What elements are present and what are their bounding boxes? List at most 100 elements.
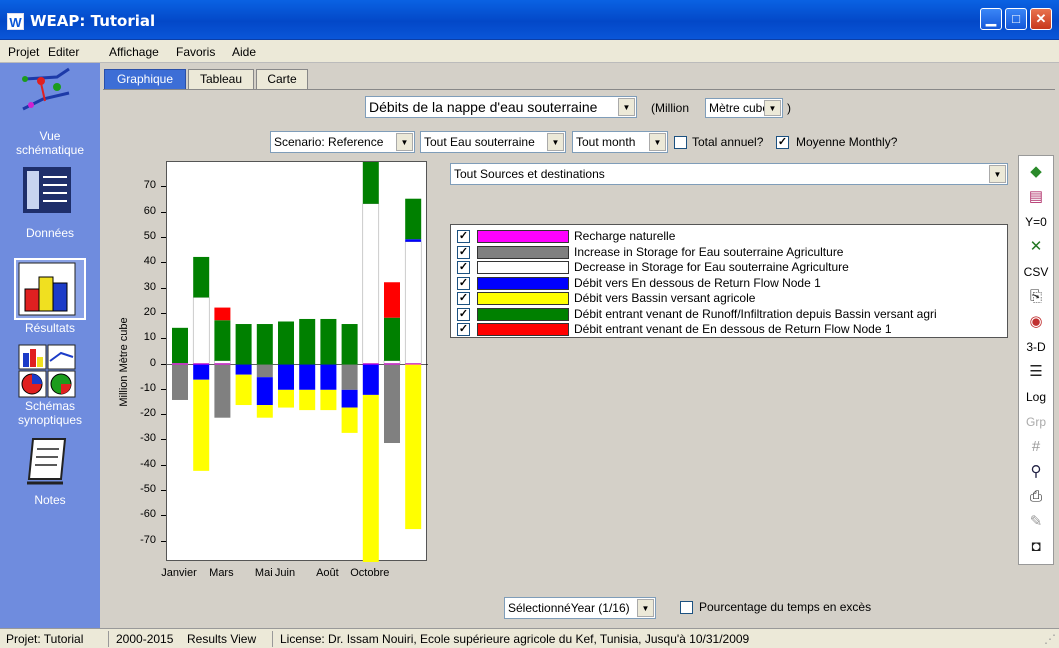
window-title: WEAP: Tutorial (30, 12, 156, 30)
lines-icon[interactable]: ☰ (1019, 362, 1053, 382)
legend-checkbox[interactable]: ✓ (457, 323, 470, 336)
bar-segment (256, 405, 273, 418)
zoom-icon[interactable]: ⚲ (1019, 462, 1053, 482)
sidebar-item-results[interactable]: Résultats (0, 321, 100, 335)
overview-icon[interactable] (17, 343, 77, 399)
3d-icon[interactable]: 3-D (1019, 337, 1053, 357)
month-select[interactable]: Tout month ▼ (572, 131, 668, 153)
bar-segment (172, 364, 188, 400)
unit-select[interactable]: Mètre cube ▼ (705, 98, 783, 118)
legend-item[interactable]: ✓ Débit vers Bassin versant agricole (457, 291, 1007, 307)
legend-checkbox[interactable]: ✓ (457, 230, 470, 243)
log-icon[interactable]: Log (1019, 387, 1053, 407)
year-select[interactable]: SélectionnéYear (1/16) ▼ (504, 597, 656, 619)
total-annual-checkbox[interactable] (674, 136, 687, 149)
monthly-average-checkbox[interactable]: ✓ (776, 136, 789, 149)
colors-icon[interactable]: ▤ (1019, 187, 1053, 207)
menu-editer[interactable]: Editer (48, 45, 79, 59)
tab-carte[interactable]: Carte (256, 69, 308, 89)
groundwater-select[interactable]: Tout Eau souterraine ▼ (420, 131, 566, 153)
legend-item[interactable]: ✓ Débit vers En dessous de Return Flow No… (457, 276, 1007, 292)
legend-item[interactable]: ✓ Débit entrant venant de En dessous de R… (457, 322, 1007, 338)
bar-segment (235, 324, 252, 365)
status-view: Results View (187, 632, 257, 646)
resize-grip-icon[interactable]: ⋰ (1044, 632, 1056, 646)
bar-segment (404, 241, 422, 364)
legend-checkbox[interactable]: ✓ (457, 245, 470, 259)
results-icon[interactable] (17, 261, 77, 317)
chevron-down-icon: ▼ (637, 599, 654, 617)
menu-bar: Projet Editer Affichage Favoris Aide (0, 40, 1059, 63)
grid-icon[interactable]: # (1019, 437, 1053, 457)
month-value: Tout month (576, 135, 636, 149)
bar-segment (278, 389, 294, 408)
legend-label: Recharge naturelle (574, 229, 676, 243)
y-tick-label: 70 (143, 179, 156, 192)
scenario-select[interactable]: Scenario: Reference ▼ (270, 131, 415, 153)
legend-item[interactable]: ✓ Decrease in Storage for Eau souterraine… (457, 260, 1007, 276)
stacked-bar-chart (167, 162, 428, 562)
palette-icon[interactable]: ◉ (1019, 312, 1053, 332)
tab-tableau[interactable]: Tableau (188, 69, 254, 89)
bar-segment (214, 360, 231, 364)
y-tick-label: 0 (149, 356, 156, 369)
bar-segment (320, 318, 337, 365)
y-tick-mark (161, 211, 166, 213)
status-project: Projet: Tutorial (6, 632, 84, 646)
data-icon[interactable] (17, 163, 77, 219)
menu-affichage[interactable]: Affichage (109, 45, 159, 59)
close-button[interactable]: ✕ (1030, 8, 1052, 30)
minimize-button[interactable]: ▁ (980, 8, 1002, 30)
y-zero-icon[interactable]: Y=0 (1019, 212, 1053, 232)
status-license: License: Dr. Issam Nouiri, Ecole supérie… (280, 632, 750, 646)
legend-checkbox[interactable]: ✓ (457, 276, 470, 290)
y-tick-mark (161, 262, 166, 264)
y-tick-label: 40 (143, 255, 156, 268)
notes-icon[interactable] (17, 433, 77, 489)
edit-icon[interactable]: ✎ (1019, 512, 1053, 532)
total-annual-label: Total annuel? (692, 135, 764, 149)
csv-icon[interactable]: CSV (1019, 262, 1053, 282)
y-tick-mark (161, 388, 166, 390)
bar-segment (384, 364, 400, 444)
schematic-icon[interactable] (17, 65, 77, 121)
legend-checkbox[interactable]: ✓ (457, 292, 470, 305)
sidebar-item-notes[interactable]: Notes (0, 493, 100, 507)
sidebar-item-data[interactable]: Données (0, 226, 100, 240)
legend-swatch (477, 307, 569, 321)
maximize-button[interactable]: □ (1005, 8, 1027, 30)
sidebar-item-schematic[interactable]: Vue schématique (0, 129, 100, 157)
exceedance-checkbox[interactable] (680, 601, 693, 614)
chevron-down-icon: ▼ (618, 98, 635, 116)
bar-segment (235, 374, 252, 406)
legend-item[interactable]: ✓ Increase in Storage for Eau souterraine… (457, 245, 1007, 261)
copy-icon[interactable]: ⎘ (1019, 287, 1053, 307)
stack-icon[interactable]: ✕ (1019, 237, 1053, 257)
bar-segment (214, 364, 231, 418)
menu-aide[interactable]: Aide (232, 45, 256, 59)
legend-checkbox[interactable]: ✓ (457, 261, 470, 274)
camera-icon[interactable]: ◘ (1019, 537, 1053, 557)
menu-projet[interactable]: Projet (8, 45, 39, 59)
legend-checkbox[interactable]: ✓ (457, 307, 470, 321)
menu-favoris[interactable]: Favoris (176, 45, 215, 59)
chart-type-icon[interactable]: ◆ (1019, 162, 1053, 182)
y-tick-mark (161, 312, 166, 314)
y-tick-label: -60 (140, 508, 156, 521)
sources-select[interactable]: Tout Sources et destinations ▼ (450, 163, 1008, 185)
y-tick-mark (161, 515, 166, 517)
print-icon[interactable]: ⎙ (1019, 487, 1053, 507)
result-variable-select[interactable]: Débits de la nappe d'eau souterraine ▼ (365, 96, 637, 118)
legend-item[interactable]: ✓ Recharge naturelle (457, 229, 1007, 245)
bar-segment (172, 327, 188, 364)
legend-item[interactable]: ✓ Débit entrant venant de Runoff/Infiltra… (457, 307, 1007, 323)
y-tick-mark (161, 464, 166, 466)
sidebar-item-overviews[interactable]: Schémas synoptiques (0, 399, 100, 427)
bar-segment (384, 282, 400, 318)
unit-prefix-label: (Million (651, 101, 690, 115)
legend-label: Débit entrant venant de Runoff/Infiltrat… (574, 306, 937, 321)
chart-legend: ✓ Recharge naturelle ✓ Increase in Storage … (450, 224, 1008, 338)
status-years: 2000-2015 (116, 632, 174, 646)
tab-graphique[interactable]: Graphique (104, 69, 186, 89)
group-icon[interactable]: Grp (1019, 412, 1053, 432)
